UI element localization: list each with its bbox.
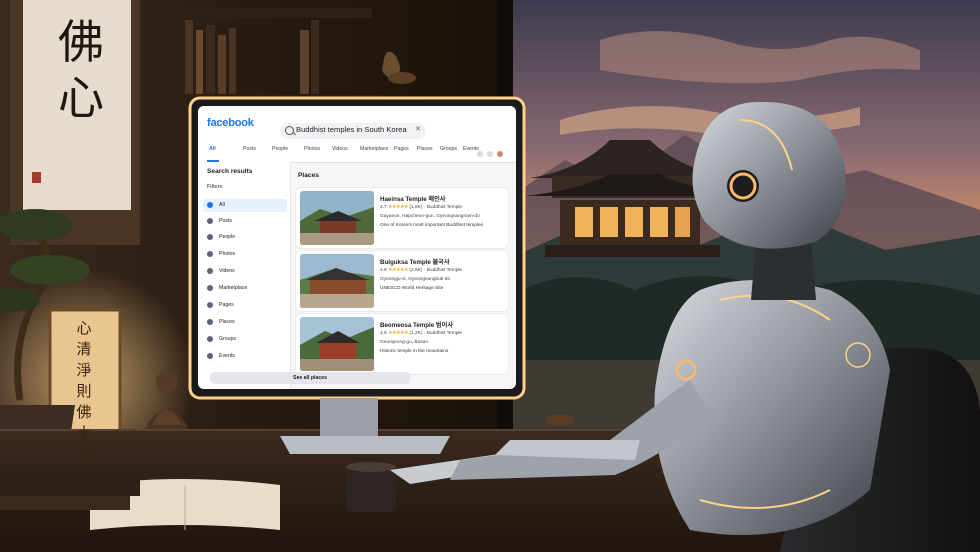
tab-posts[interactable]: Posts — [243, 146, 256, 152]
search-icon — [207, 202, 213, 208]
scroll-character: 佛 — [58, 15, 104, 69]
messenger-icon[interactable] — [487, 151, 493, 157]
groups-icon — [207, 336, 213, 342]
sidebar-item-all[interactable]: All — [203, 199, 287, 212]
facebook-logo[interactable]: facebook — [207, 117, 254, 129]
posts-icon — [207, 218, 213, 224]
sidebar-item-posts[interactable]: Posts — [203, 215, 287, 228]
tab-marketplace[interactable]: Marketplace — [360, 146, 388, 152]
result-tabs: All Posts People Photos Videos Marketpla… — [198, 144, 516, 162]
tab-places[interactable]: Places — [417, 146, 433, 152]
place-name[interactable]: Beomeosa Temple 범어사 — [380, 320, 453, 329]
lantern-calligraphy: 心清淨則佛土淨 — [76, 319, 92, 463]
place-description: One of Korea's most important Buddhist t… — [380, 223, 484, 228]
place-card[interactable]: Haeinsa Temple 해인사 4.7 ★★★★★ (1.6K) · Bu… — [296, 188, 508, 248]
filters-label: Filters — [207, 184, 223, 190]
place-photo — [300, 254, 374, 308]
avatar[interactable] — [497, 151, 503, 157]
place-card[interactable]: Beomeosa Temple 범어사 4.6 ★★★★★ (1.2K) · B… — [296, 314, 508, 374]
place-description: Historic temple in the mountains — [380, 349, 449, 354]
tab-pages[interactable]: Pages — [394, 146, 409, 152]
places-results: Places Haeinsa Temple 해인사 4.7 ★★★★★ (1.6… — [294, 168, 510, 384]
facebook-search-screen: facebook Buddhist temples in South Korea… — [198, 106, 516, 389]
see-all-places-button[interactable]: See all places — [210, 372, 410, 384]
search-sidebar: Search results Filters All Posts People … — [198, 162, 291, 389]
marketplace-icon — [207, 285, 213, 291]
tab-people[interactable]: People — [272, 146, 288, 152]
place-photo — [300, 317, 374, 371]
place-name[interactable]: Haeinsa Temple 해인사 — [380, 194, 445, 203]
sidebar-item-events[interactable]: Events — [203, 350, 287, 363]
place-location: Geumjeong-gu, Busan — [380, 340, 428, 345]
search-input[interactable]: Buddhist temples in South Korea ✕ — [280, 123, 426, 139]
place-rating: 4.6 ★★★★★ (1.2K) · Buddhist Temple — [380, 331, 463, 336]
search-query: Buddhist temples in South Korea — [296, 125, 407, 134]
pin-icon — [207, 319, 213, 325]
close-icon[interactable]: ✕ — [415, 125, 421, 133]
place-location: Gayaeun, Hapcheon-gun, Gyeongsangnam-do — [380, 214, 480, 219]
sidebar-item-groups[interactable]: Groups — [203, 333, 287, 346]
place-rating: 4.8 ★★★★★ (2.6K) · Buddhist Temple — [380, 268, 463, 273]
place-name[interactable]: Bulguksa Temple 불국사 — [380, 257, 450, 266]
sidebar-title: Search results — [207, 168, 253, 175]
sidebar-item-marketplace[interactable]: Marketplace — [203, 282, 287, 295]
tab-groups[interactable]: Groups — [440, 146, 457, 152]
scroll-calligraphy: 佛 心 — [41, 14, 121, 126]
sidebar-item-photos[interactable]: Photos — [203, 248, 287, 261]
sidebar-item-pages[interactable]: Pages — [203, 299, 287, 312]
place-description: UNESCO World Heritage Site — [380, 286, 444, 291]
sidebar-item-videos[interactable]: Videos — [203, 265, 287, 278]
search-icon — [285, 126, 294, 135]
facebook-header: facebook Buddhist temples in South Korea… — [198, 106, 516, 163]
tab-photos[interactable]: Photos — [304, 146, 320, 152]
events-icon — [207, 353, 213, 359]
photos-icon — [207, 251, 213, 257]
place-card[interactable]: Bulguksa Temple 불국사 4.8 ★★★★★ (2.6K) · B… — [296, 251, 508, 311]
place-location: Gyeongju-si, Gyeongsangbuk-do — [380, 277, 451, 282]
videos-icon — [207, 268, 213, 274]
sidebar-item-places[interactable]: Places — [203, 316, 287, 329]
places-heading: Places — [298, 172, 319, 179]
menu-icon[interactable] — [477, 151, 483, 157]
tab-all[interactable]: All — [209, 146, 216, 152]
pages-icon — [207, 302, 213, 308]
scroll-character: 心 — [58, 71, 104, 125]
place-photo — [300, 191, 374, 245]
tab-events[interactable]: Events — [463, 146, 479, 152]
people-icon — [207, 234, 213, 240]
sidebar-item-people[interactable]: People — [203, 231, 287, 244]
place-rating: 4.7 ★★★★★ (1.6K) · Buddhist Temple — [380, 205, 463, 210]
tab-videos[interactable]: Videos — [332, 146, 348, 152]
